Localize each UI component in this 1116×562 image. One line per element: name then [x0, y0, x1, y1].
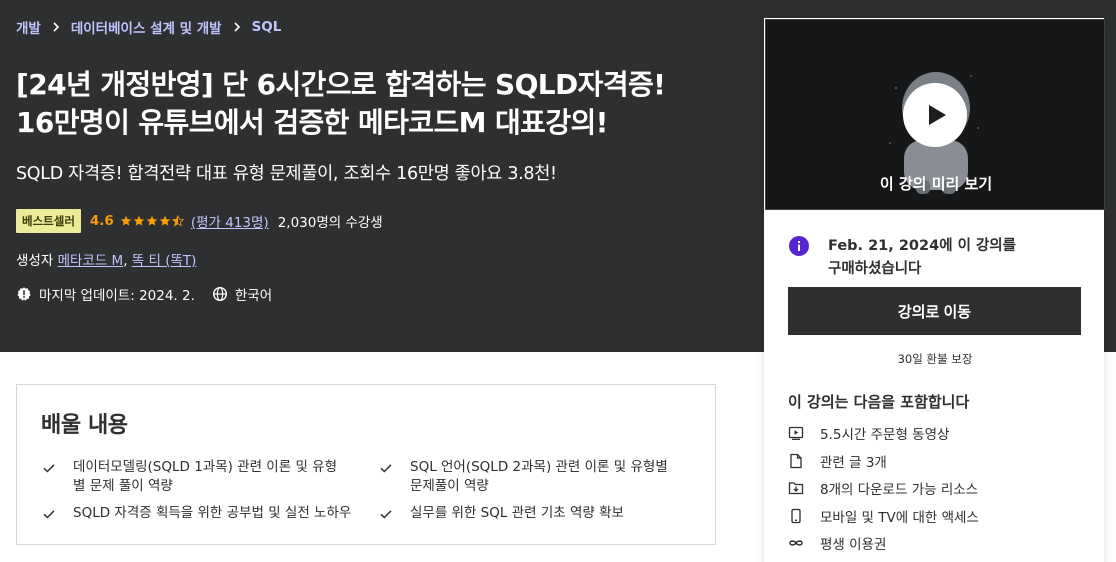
star-icon: [146, 215, 158, 226]
includes-item-text: 모바일 및 TV에 대한 액세스: [820, 510, 979, 526]
last-updated: 마지막 업데이트: 2024. 2.: [39, 288, 195, 304]
star-icon: [120, 215, 132, 226]
includes-item-text: 5.5시간 주문형 동영상: [820, 427, 950, 443]
includes-item-text: 관련 글 3개: [820, 455, 887, 471]
what-you-learn-box: 배울 내용 데이터모델링(SQLD 1과목) 관련 이론 및 유형별 문제 풀이…: [16, 384, 716, 545]
learn-item: 실무를 위한 SQL 관련 기초 역량 확보: [378, 504, 678, 523]
includes-item: 8개의 다운로드 가능 리소스: [788, 478, 978, 498]
learn-item: SQL 언어(SQLD 2과목) 관련 이론 및 유형별 문제풀이 역량: [378, 458, 678, 496]
course-title-line-2: 16만명이 유튜브에서 검증한 메타코드M 대표강의!: [16, 106, 608, 139]
globe-icon: [212, 286, 228, 302]
file-icon: [788, 453, 804, 469]
learn-item-text: SQL 언어(SQLD 2과목) 관련 이론 및 유형별 문제풀이 역량: [410, 459, 668, 494]
breadcrumb: 개발 데이터베이스 설계 및 개발 SQL: [16, 17, 281, 37]
learn-item: SQLD 자격증 획득을 위한 공부법 및 실전 노하우: [41, 504, 361, 523]
check-icon: [41, 460, 57, 476]
chevron-right-icon: [52, 22, 60, 32]
chevron-right-icon: [233, 22, 241, 32]
check-icon: [378, 460, 394, 476]
includes-item: 관련 글 3개: [788, 451, 887, 471]
refund-guarantee: 30일 환불 보장: [897, 352, 973, 366]
play-icon: [929, 105, 946, 125]
learn-item: 데이터모델링(SQLD 1과목) 관련 이론 및 유형별 문제 풀이 역량: [41, 458, 341, 496]
includes-item: 모바일 및 TV에 대한 액세스: [788, 506, 979, 526]
rating-value: 4.6: [89, 213, 114, 229]
purchase-notice: Feb. 21, 2024에 이 강의를 구매하셨습니다: [789, 235, 1016, 281]
rating-count-link[interactable]: (평가 413명): [191, 211, 269, 231]
video-icon: [788, 425, 804, 441]
bestseller-badge: 베스트셀러: [16, 209, 81, 233]
creator-link-ddokt[interactable]: 똑 티 (똑T): [132, 253, 197, 269]
includes-item: 5.5시간 주문형 동영상: [788, 423, 949, 443]
creator-separator: ,: [123, 253, 132, 269]
rating-stars: [120, 215, 185, 227]
includes-title: 이 강의는 다음을 포함합니다: [788, 393, 970, 411]
star-icon: [159, 215, 171, 226]
info-icon: [789, 236, 809, 256]
learn-item-text: 실무를 위한 SQL 관련 기초 역량 확보: [410, 505, 624, 521]
course-title: [24년 개정반영] 단 6시간으로 합격하는 SQLD자격증! 16만명이 유…: [16, 66, 736, 142]
breadcrumb-item-sql[interactable]: SQL: [252, 19, 282, 35]
check-icon: [41, 506, 57, 522]
student-count: 2,030명의 수강생: [277, 215, 383, 231]
check-icon: [378, 506, 394, 522]
purchase-suffix: 에 이 강의를: [939, 238, 1016, 254]
go-to-course-button[interactable]: 강의로 이동: [788, 287, 1081, 335]
creator-link-metacode[interactable]: 메타코드 M: [58, 253, 124, 269]
includes-item-text: 평생 이용권: [820, 537, 887, 553]
what-you-learn-title: 배울 내용: [41, 413, 128, 438]
course-preview[interactable]: 이 강의 미리 보기: [765, 19, 1105, 210]
course-subtitle: SQLD 자격증! 합격전략 대표 유형 문제풀이, 조회수 16만명 좋아요 …: [16, 164, 557, 184]
rating-row: 베스트셀러 4.6 (평가 413명) 2,030명의 수강생: [16, 209, 383, 233]
creators: 생성자 메타코드 M, 똑 티 (똑T): [16, 249, 196, 269]
includes-item: 평생 이용권: [788, 533, 886, 553]
meta-row: 마지막 업데이트: 2024. 2. 한국어: [16, 284, 272, 304]
learn-item-text: SQLD 자격증 획득을 위한 공부법 및 실전 노하우: [73, 505, 352, 521]
purchase-sidebar: 이 강의 미리 보기 Feb. 21, 2024에 이 강의를 구매하셨습니다 …: [764, 18, 1105, 562]
purchase-line-2: 구매하셨습니다: [828, 261, 922, 277]
star-half-icon: [171, 215, 184, 227]
update-alert-icon: [16, 286, 32, 302]
breadcrumb-item-dev[interactable]: 개발: [16, 17, 41, 37]
learn-item-text: 데이터모델링(SQLD 1과목) 관련 이론 및 유형별 문제 풀이 역량: [73, 459, 337, 494]
purchase-notice-text: Feb. 21, 2024에 이 강의를 구매하셨습니다: [828, 235, 1016, 281]
created-by-label: 생성자: [16, 253, 58, 269]
infinity-icon: [788, 535, 804, 551]
includes-item-text: 8개의 다운로드 가능 리소스: [820, 482, 979, 498]
course-language: 한국어: [234, 288, 273, 304]
mobile-icon: [788, 508, 804, 524]
purchase-date: Feb. 21, 2024: [828, 238, 940, 254]
course-title-line-1: [24년 개정반영] 단 6시간으로 합격하는 SQLD자격증!: [16, 68, 666, 101]
preview-label: 이 강의 미리 보기: [879, 175, 993, 193]
folder-download-icon: [788, 480, 804, 496]
breadcrumb-item-db-design[interactable]: 데이터베이스 설계 및 개발: [71, 17, 222, 37]
play-button[interactable]: [903, 83, 967, 147]
star-icon: [133, 215, 145, 226]
